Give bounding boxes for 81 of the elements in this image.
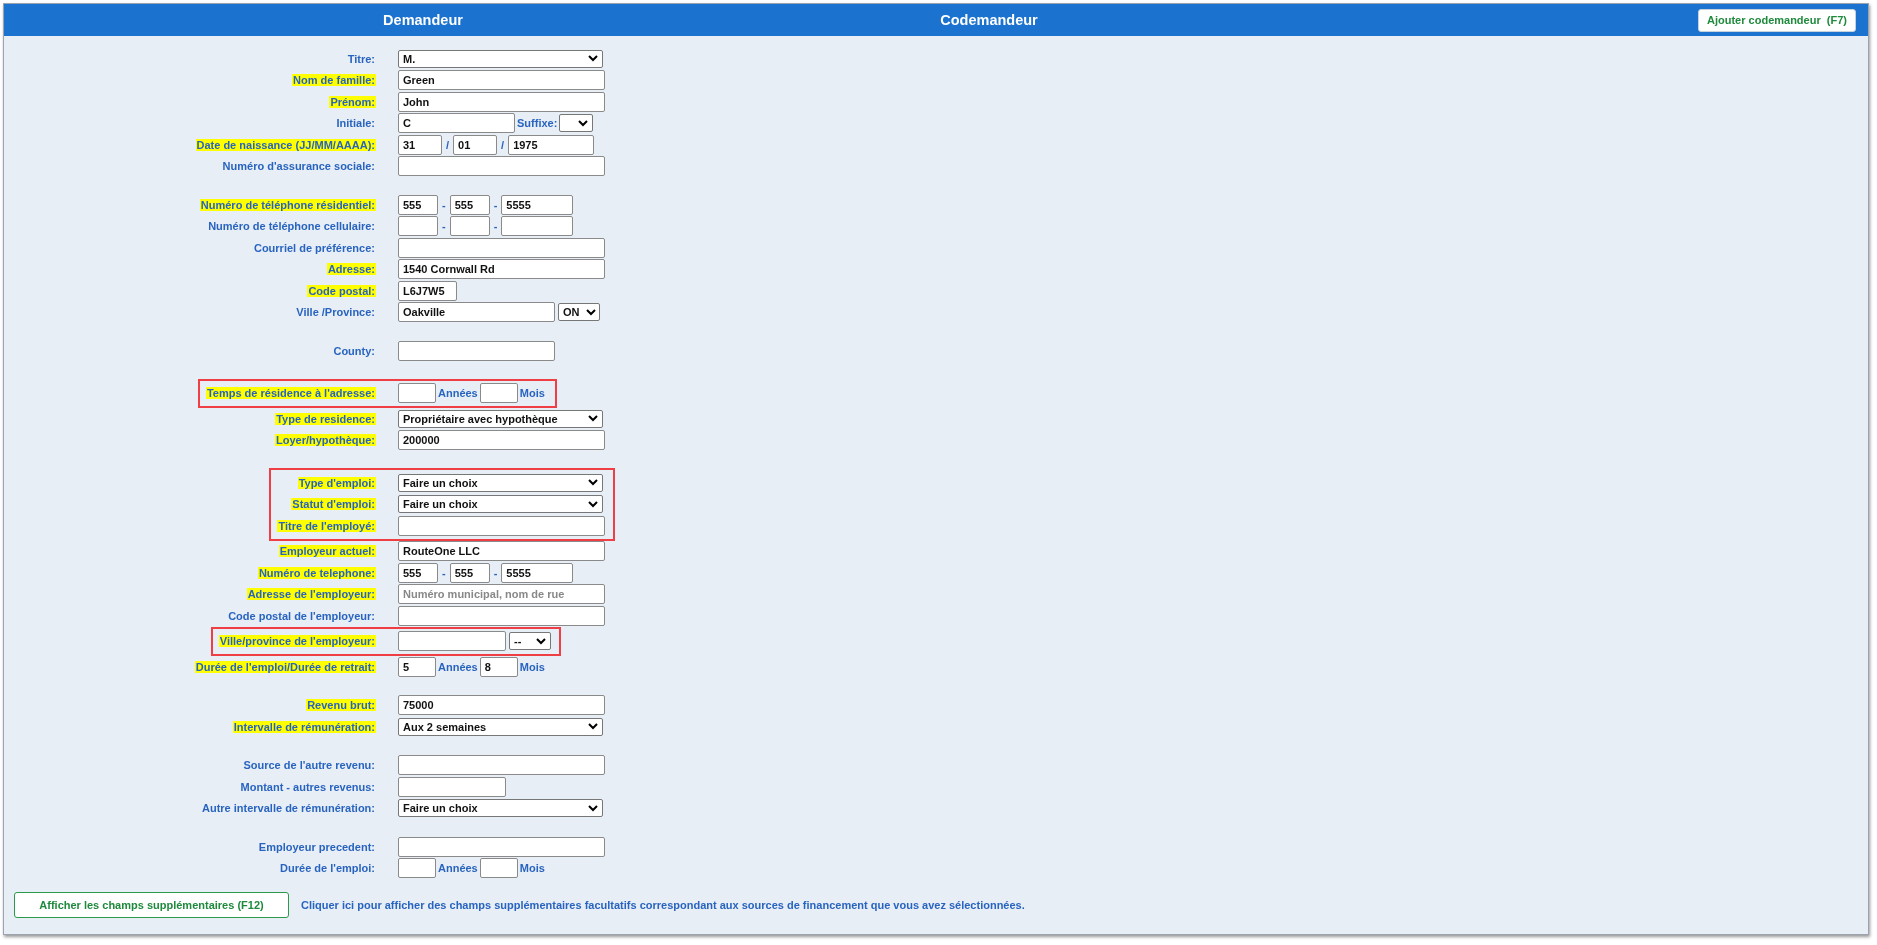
field-label: Code postal: (307, 284, 376, 297)
separator: / (500, 138, 506, 151)
field-label: Type d'emploi: (297, 476, 376, 489)
separator: / (445, 138, 451, 151)
field-label: Courriel de préférence: (252, 241, 376, 254)
dropdown[interactable]: Propriétaire avec hypothèque (398, 409, 603, 428)
text-field[interactable]: 555 (398, 194, 438, 215)
field-label: Date de naissance (JJ/MM/AAAA): (195, 138, 376, 151)
field-label: Durée de l'emploi/Durée de retrait: (194, 660, 376, 673)
field-label: Durée de l'emploi: (279, 862, 376, 875)
months-label: Mois (518, 660, 546, 673)
dropdown[interactable]: Aux 2 semaines (398, 717, 603, 736)
text-field[interactable]: 200000 (398, 430, 605, 451)
months-label: Mois (518, 862, 546, 875)
text-field[interactable]: L6J7W5 (398, 280, 457, 301)
field-label: Temps de résidence à l'adresse: (205, 387, 376, 400)
field-label: Titre de l'employé: (277, 519, 376, 532)
text-field[interactable]: Numéro municipal, nom de rue (398, 584, 605, 605)
field-label: Numéro de téléphone cellulaire: (207, 220, 376, 233)
field-label: Numéro d'assurance sociale: (221, 160, 376, 173)
text-field[interactable]: 1975 (508, 134, 595, 155)
field-label: Employeur actuel: (278, 545, 376, 558)
field-label: Intervalle de rémunération: (232, 720, 376, 733)
field-label: Loyer/hypothèque: (275, 434, 376, 447)
column-heading: Codemandeur (939, 12, 1039, 28)
field-label: Adresse de l'employeur: (246, 588, 376, 601)
text-field[interactable]: Green (398, 70, 605, 91)
text-field[interactable]: 555 (449, 562, 490, 583)
field-label: Ville/province de l'employeur: (218, 635, 376, 648)
text-field[interactable]: John (398, 91, 605, 112)
add-coapplicant-button[interactable]: Ajouter codemandeur (F7) (1698, 8, 1856, 32)
years-label: Années (437, 660, 479, 673)
dropdown[interactable]: Faire un choix (398, 473, 603, 492)
separator: - (441, 198, 447, 211)
field-label: Employeur precedent: (257, 840, 376, 853)
dropdown[interactable]: Faire un choix (398, 495, 603, 514)
separator: - (492, 220, 499, 233)
field-label: Numéro de telephone: (257, 566, 376, 579)
separator: - (492, 566, 499, 579)
field-label: Autre intervalle de rémunération: (201, 802, 376, 815)
text-field[interactable]: 555 (398, 562, 438, 583)
field-label: County: (332, 344, 376, 357)
field-label: Ville /Province: (295, 306, 376, 319)
text-field[interactable]: C (398, 113, 515, 134)
separator: - (441, 220, 447, 233)
dropdown[interactable]: M. (398, 49, 603, 68)
field-label: Revenu brut: (306, 699, 376, 712)
column-heading: Demandeur (382, 12, 464, 28)
text-field[interactable]: 5555 (501, 562, 574, 583)
show-extra-fields-button[interactable]: Afficher les champs supplémentaires (F12) (14, 892, 289, 918)
field-label: Prénom: (329, 95, 376, 108)
field-label: Adresse: (326, 263, 376, 276)
hint-text: Cliquer ici pour afficher des champs supplémentaires facultatifs correspondant aux sources de financement que vous avez sélectionnées. (301, 899, 1025, 911)
field-label: Initiale: (335, 117, 376, 130)
text-field[interactable]: 5 (398, 656, 436, 677)
province-dropdown[interactable]: ON (558, 303, 600, 322)
separator: - (441, 566, 447, 579)
text-field[interactable]: 1540 Cornwall Rd (398, 259, 605, 280)
dropdown[interactable]: Faire un choix (398, 799, 603, 818)
field-label: Titre: (346, 52, 376, 65)
field-label: Numéro de téléphone résidentiel: (199, 198, 376, 211)
text-field[interactable]: RouteOne LLC (398, 541, 605, 562)
years-label: Années (437, 387, 479, 400)
field-label: Statut d'emploi: (291, 498, 376, 511)
text-field[interactable]: Oakville (398, 302, 555, 323)
text-field[interactable]: 555 (449, 194, 490, 215)
text-field[interactable]: 31 (398, 134, 442, 155)
field-label: Montant - autres revenus: (239, 780, 376, 793)
province-dropdown[interactable]: -- (509, 632, 551, 651)
suffix-label: Suffixe: (516, 117, 559, 130)
text-field[interactable]: 8 (479, 656, 518, 677)
field-label: Nom de famille: (292, 74, 376, 87)
field-label: Type de residence: (275, 412, 376, 425)
text-field[interactable]: 01 (453, 134, 498, 155)
field-label: Code postal de l'employeur: (227, 609, 376, 622)
months-label: Mois (518, 387, 546, 400)
field-label: Source de l'autre revenu: (242, 759, 376, 772)
separator: - (492, 198, 499, 211)
years-label: Années (437, 862, 479, 875)
text-field[interactable]: 5555 (501, 194, 574, 215)
text-field[interactable]: 75000 (398, 695, 605, 716)
